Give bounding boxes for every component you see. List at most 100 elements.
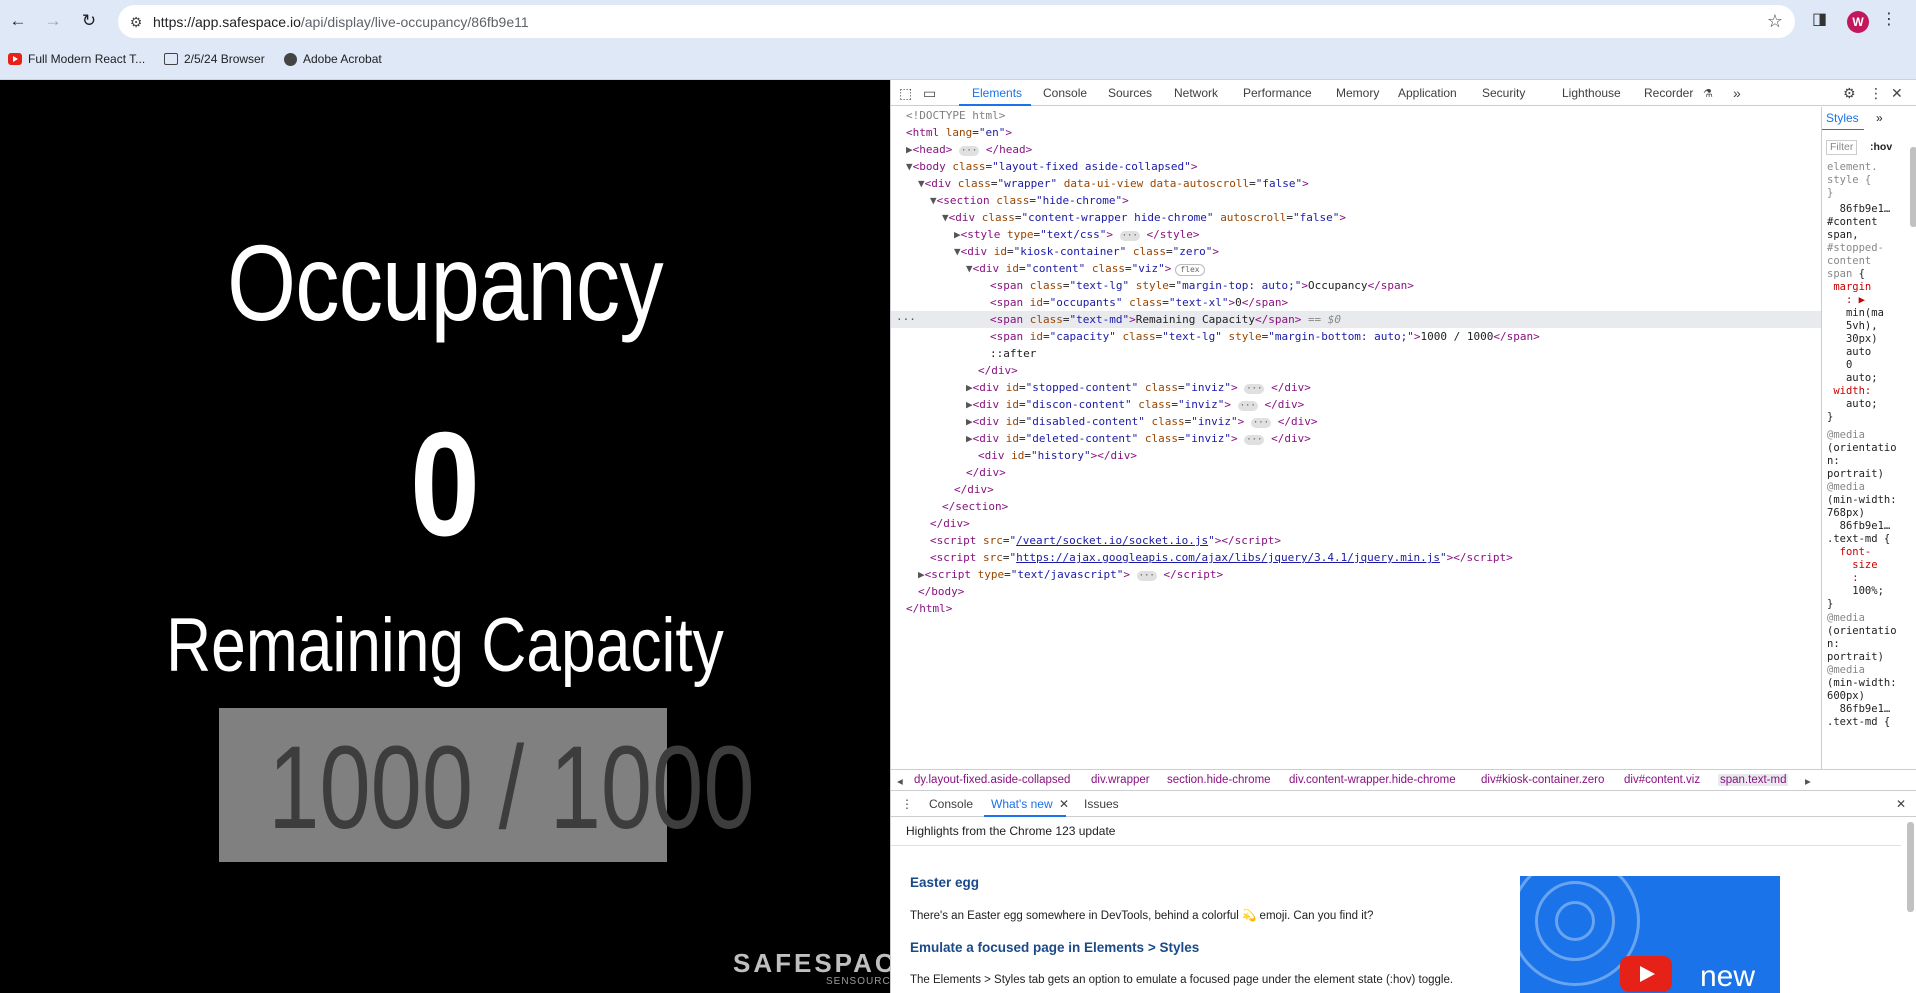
reload-icon[interactable]: ↻ bbox=[78, 10, 100, 32]
styles-tab[interactable]: Styles bbox=[1826, 112, 1859, 125]
address-bar[interactable]: ⚙ https://app.safespace.io/api/display/l… bbox=[118, 5, 1795, 38]
bookmark-star-icon[interactable]: ☆ bbox=[1767, 11, 1783, 32]
dom-tree[interactable]: <!DOCTYPE html> <html lang="en"> ▶<head>… bbox=[891, 107, 1821, 773]
tab-elements[interactable]: Elements bbox=[972, 86, 1022, 100]
dom-node[interactable]: </div> bbox=[954, 481, 1821, 498]
breadcrumb: ◂ dy.layout-fixed.aside-collapsed div.wr… bbox=[891, 769, 1916, 791]
tab-performance[interactable]: Performance bbox=[1243, 86, 1312, 100]
close-devtools-icon[interactable]: ✕ bbox=[1891, 85, 1903, 102]
active-tab-indicator bbox=[959, 104, 1031, 106]
breadcrumb-item[interactable]: div#kiosk-container.zero bbox=[1481, 774, 1604, 786]
close-tab-icon[interactable]: ✕ bbox=[1059, 797, 1069, 811]
styles-pane: Styles » Filter :hov element. style {} 86… bbox=[1821, 107, 1916, 773]
tab-application[interactable]: Application bbox=[1398, 86, 1457, 100]
dom-node[interactable]: </body> bbox=[918, 583, 1821, 600]
dom-node[interactable]: <script src="/veart/socket.io/socket.io.… bbox=[930, 532, 1821, 549]
dom-node[interactable]: <span id="occupants" class="text-xl">0</… bbox=[990, 294, 1821, 311]
site-settings-icon[interactable]: ⚙ bbox=[126, 12, 146, 32]
dom-node[interactable]: </section> bbox=[942, 498, 1821, 515]
bookmark-item[interactable]: Adobe Acrobat bbox=[284, 52, 382, 66]
tab-recorder[interactable]: Recorder bbox=[1644, 86, 1693, 100]
tab-console[interactable]: Console bbox=[1043, 86, 1087, 100]
style-rule: @media (orientatio n: portrait) @media (min-w… bbox=[1827, 429, 1897, 519]
dom-node[interactable]: <div id="history"></div> bbox=[978, 447, 1821, 464]
dom-node[interactable]: ▶<style type="text/css"> ··· </style> bbox=[954, 226, 1821, 243]
dom-node[interactable]: </div> bbox=[966, 464, 1821, 481]
dom-node[interactable]: <html lang="en"> bbox=[906, 124, 1821, 141]
side-panel-icon[interactable]: ◨ bbox=[1812, 9, 1827, 29]
styles-scrollbar[interactable] bbox=[1910, 147, 1916, 227]
more-panes-icon[interactable]: » bbox=[1876, 112, 1883, 125]
devtools-menu-icon[interactable]: ⋮ bbox=[1869, 85, 1883, 102]
drawer-menu-icon[interactable]: ⋮ bbox=[901, 797, 913, 811]
breadcrumb-item[interactable]: div.wrapper bbox=[1091, 774, 1150, 786]
device-toolbar-icon[interactable]: ▭ bbox=[923, 85, 936, 102]
whats-new-item-text: There's an Easter egg somewhere in DevTo… bbox=[910, 910, 1374, 922]
drawer-tab-issues[interactable]: Issues bbox=[1084, 797, 1119, 811]
dom-node[interactable]: <span id="capacity" class="text-lg" styl… bbox=[990, 328, 1821, 345]
tab-security[interactable]: Security bbox=[1482, 86, 1525, 100]
dom-node[interactable]: ▶<script type="text/javascript"> ··· </s… bbox=[918, 566, 1821, 583]
page-viewport: Occupancy 0 Remaining Capacity 1000 / 10… bbox=[0, 80, 890, 993]
dom-node[interactable]: <!DOCTYPE html> bbox=[906, 107, 1821, 124]
dom-node[interactable]: ▼<div id="kiosk-container" class="zero"> bbox=[954, 243, 1821, 260]
dom-node[interactable]: ▼<section class="hide-chrome"> bbox=[930, 192, 1821, 209]
breadcrumb-left-icon[interactable]: ◂ bbox=[897, 774, 903, 788]
more-tabs-icon[interactable]: » bbox=[1733, 85, 1741, 101]
drawer-tab-console[interactable]: Console bbox=[929, 797, 973, 811]
settings-gear-icon[interactable]: ⚙ bbox=[1843, 85, 1856, 102]
dom-node[interactable]: </html> bbox=[906, 600, 1821, 617]
dom-node[interactable]: ::after bbox=[990, 345, 1821, 362]
breadcrumb-item-current[interactable]: span.text-md bbox=[1718, 774, 1789, 786]
dom-node[interactable]: ▶<div id="deleted-content" class="inviz"… bbox=[966, 430, 1821, 447]
dom-node-selected[interactable]: <span class="text-md">Remaining Capacity… bbox=[891, 311, 1821, 328]
whats-new-item-title[interactable]: Emulate a focused page in Elements > Sty… bbox=[910, 940, 1199, 955]
tab-lighthouse[interactable]: Lighthouse bbox=[1562, 86, 1621, 100]
bookmark-folder[interactable]: 2/5/24 Browser bbox=[164, 52, 265, 66]
style-rule: 86fb9e1… .text-md { font- size : 100%;} bbox=[1827, 520, 1891, 610]
whats-new-item-title[interactable]: Easter egg bbox=[910, 875, 979, 890]
devtools-tabbar: ⬚ ▭ Elements Console Sources Network Per… bbox=[891, 80, 1916, 106]
breadcrumb-item[interactable]: div#content.viz bbox=[1624, 774, 1700, 786]
tab-network[interactable]: Network bbox=[1174, 86, 1218, 100]
close-drawer-icon[interactable]: ✕ bbox=[1896, 797, 1906, 811]
back-arrow-icon[interactable]: ← bbox=[7, 10, 29, 32]
url-text[interactable]: https://app.safespace.io/api/display/liv… bbox=[153, 14, 529, 30]
profile-avatar[interactable]: W bbox=[1847, 11, 1869, 33]
dom-node[interactable]: ▼<body class="layout-fixed aside-collaps… bbox=[906, 158, 1821, 175]
dom-node[interactable]: <span class="text-lg" style="margin-top:… bbox=[990, 277, 1821, 294]
occupants-count: 0 bbox=[410, 402, 480, 567]
breadcrumb-item[interactable]: dy.layout-fixed.aside-collapsed bbox=[914, 774, 1070, 786]
forward-arrow-icon[interactable]: → bbox=[42, 10, 64, 32]
breadcrumb-item[interactable]: section.hide-chrome bbox=[1167, 774, 1271, 786]
dom-node[interactable]: ▼<div id="content" class="viz"> flex bbox=[966, 260, 1821, 277]
dom-node[interactable]: ▶<div id="disabled-content" class="inviz… bbox=[966, 413, 1821, 430]
dom-node[interactable]: <script src="https://ajax.googleapis.com… bbox=[930, 549, 1821, 566]
url-host: https://app.safespace.io bbox=[153, 14, 301, 30]
video-thumbnail[interactable]: new bbox=[1520, 876, 1780, 993]
drawer-tab-whats-new[interactable]: What's new bbox=[991, 797, 1053, 811]
styles-filter-input[interactable]: Filter bbox=[1826, 140, 1858, 155]
whats-new-item-text: The Elements > Styles tab gets an option… bbox=[910, 974, 1454, 986]
drawer-scrollbar[interactable] bbox=[1907, 822, 1914, 912]
dom-node[interactable]: ▶<div id="stopped-content" class="inviz"… bbox=[966, 379, 1821, 396]
inspect-element-icon[interactable]: ⬚ bbox=[899, 85, 912, 102]
dom-node[interactable]: </div> bbox=[978, 362, 1821, 379]
node-actions-icon[interactable]: ··· bbox=[896, 311, 916, 328]
dom-node[interactable]: ▶<head> ··· </head> bbox=[906, 141, 1821, 158]
breadcrumb-right-icon[interactable]: ▸ bbox=[1805, 774, 1811, 788]
breadcrumb-item[interactable]: div.content-wrapper.hide-chrome bbox=[1289, 774, 1456, 786]
bookmark-label: Full Modern React T... bbox=[28, 52, 146, 66]
youtube-play-icon[interactable] bbox=[1620, 956, 1672, 992]
dom-node[interactable]: ▼<div class="wrapper" data-ui-view data-… bbox=[918, 175, 1821, 192]
dom-node[interactable]: ▼<div class="content-wrapper hide-chrome… bbox=[942, 209, 1821, 226]
hov-toggle[interactable]: :hov bbox=[1870, 141, 1892, 154]
dom-node[interactable]: </div> bbox=[930, 515, 1821, 532]
tab-sources[interactable]: Sources bbox=[1108, 86, 1152, 100]
globe-icon bbox=[284, 52, 297, 66]
dom-node[interactable]: ▶<div id="discon-content" class="inviz">… bbox=[966, 396, 1821, 413]
browser-menu-icon[interactable]: ⋮ bbox=[1881, 9, 1897, 29]
thumbnail-text: new bbox=[1700, 960, 1756, 993]
bookmark-item[interactable]: Full Modern React T... bbox=[8, 52, 145, 66]
tab-memory[interactable]: Memory bbox=[1336, 86, 1379, 100]
